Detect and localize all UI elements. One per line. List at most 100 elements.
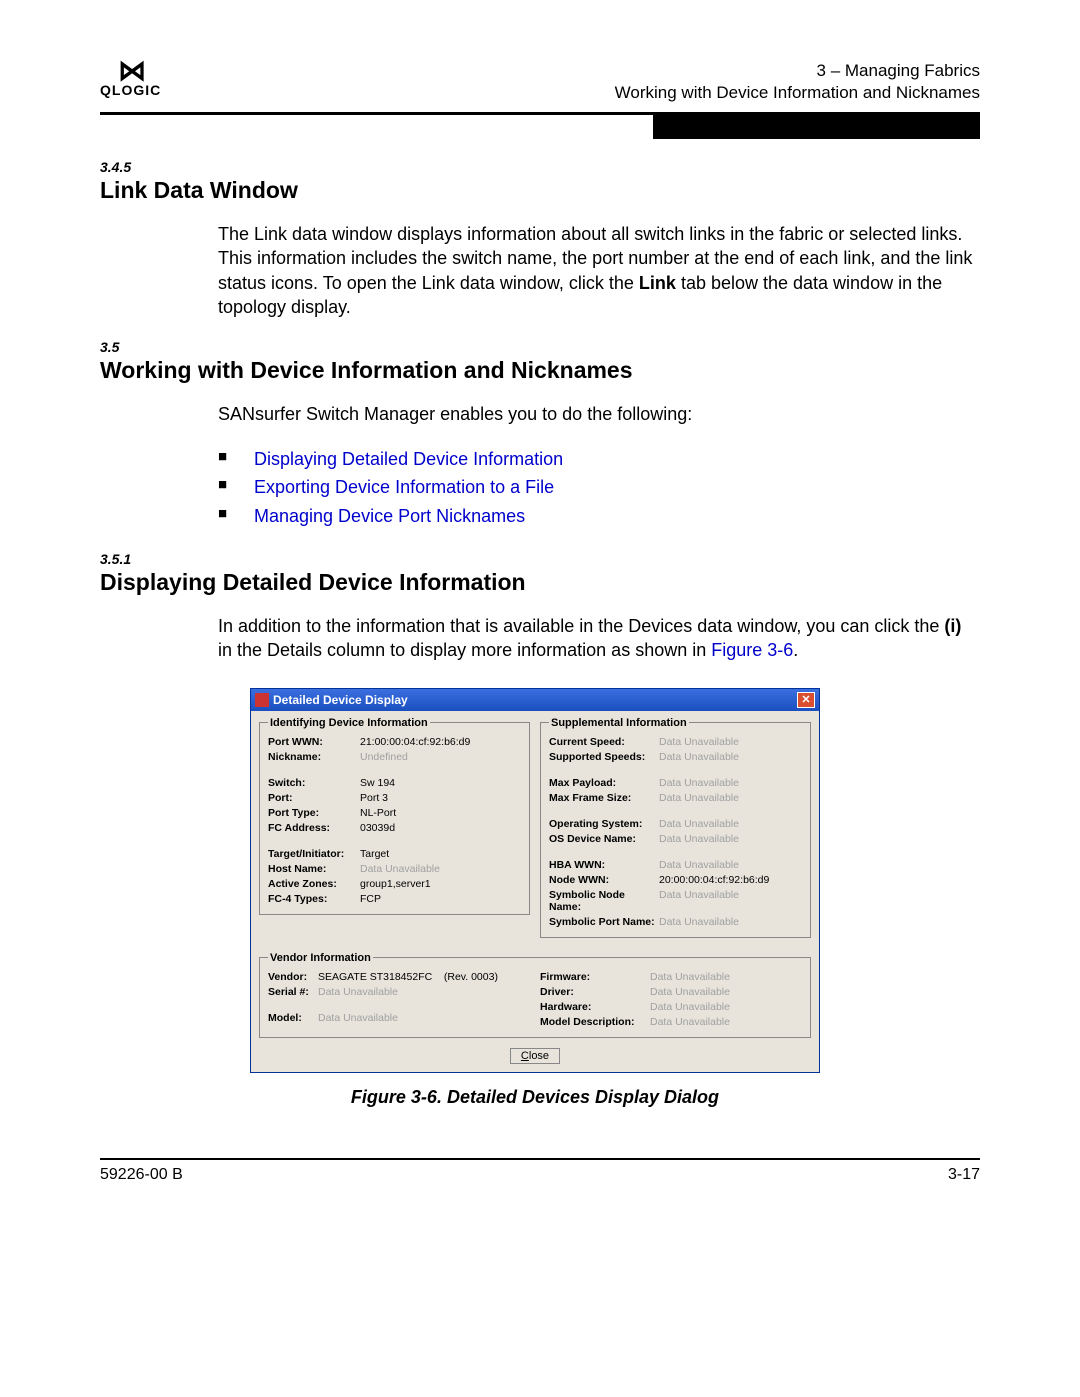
k-vendor: Vendor: bbox=[268, 971, 318, 983]
v-hba: Data Unavailable bbox=[659, 859, 802, 871]
k-serial: Serial #: bbox=[268, 986, 318, 998]
k-spn: Symbolic Port Name: bbox=[549, 916, 659, 928]
v-port: Port 3 bbox=[360, 792, 521, 804]
v-maxp: Data Unavailable bbox=[659, 777, 802, 789]
section-num-351: 3.5.1 bbox=[100, 551, 980, 567]
k-port-type: Port Type: bbox=[268, 807, 360, 819]
dialog-detailed-device: Detailed Device Display ✕ Identifying De… bbox=[250, 688, 820, 1073]
figure-3-6: Detailed Device Display ✕ Identifying De… bbox=[250, 688, 820, 1108]
section-num-345: 3.4.5 bbox=[100, 159, 980, 175]
close-button[interactable]: Close bbox=[510, 1048, 560, 1064]
v-vendor: SEAGATE ST318452FC (Rev. 0003) bbox=[318, 971, 530, 983]
app-icon bbox=[255, 693, 269, 707]
legend-supplemental: Supplemental Information bbox=[549, 717, 689, 729]
section-title-345: Link Data Window bbox=[100, 177, 980, 204]
v-snn: Data Unavailable bbox=[659, 889, 802, 913]
k-port: Port: bbox=[268, 792, 360, 804]
v-serial: Data Unavailable bbox=[318, 986, 530, 998]
k-fw: Firmware: bbox=[540, 971, 650, 983]
v-spn: Data Unavailable bbox=[659, 916, 802, 928]
black-bar bbox=[653, 115, 980, 139]
para-351-b: (i) bbox=[944, 616, 961, 636]
para-351-a: In addition to the information that is a… bbox=[218, 616, 944, 636]
k-drv: Driver: bbox=[540, 986, 650, 998]
link-exporting[interactable]: Exporting Device Information to a File bbox=[254, 477, 554, 497]
para-35-intro: SANsurfer Switch Manager enables you to … bbox=[218, 402, 980, 426]
logo-text: QLOGIC bbox=[100, 82, 161, 98]
dialog-titlebar: Detailed Device Display ✕ bbox=[251, 689, 819, 711]
k-fc4: FC-4 Types: bbox=[268, 893, 360, 905]
v-drv: Data Unavailable bbox=[650, 986, 802, 998]
v-os: Data Unavailable bbox=[659, 818, 802, 830]
para-345: The Link data window displays informatio… bbox=[218, 222, 980, 319]
k-node: Node WWN: bbox=[549, 874, 659, 886]
k-zones: Active Zones: bbox=[268, 878, 360, 890]
legend-vendor: Vendor Information bbox=[268, 952, 373, 964]
fs-identifying: Identifying Device Information Port WWN:… bbox=[259, 717, 530, 915]
v-mdesc: Data Unavailable bbox=[650, 1016, 802, 1028]
bullet-2: Exporting Device Information to a File bbox=[218, 473, 980, 502]
v-model: Data Unavailable bbox=[318, 1012, 530, 1024]
v-port-type: NL-Port bbox=[360, 807, 521, 819]
bottom-rule bbox=[100, 1158, 980, 1160]
k-maxf: Max Frame Size: bbox=[549, 792, 659, 804]
bullet-3: Managing Device Port Nicknames bbox=[218, 502, 980, 531]
v-hw: Data Unavailable bbox=[650, 1001, 802, 1013]
col-identifying: Identifying Device Information Port WWN:… bbox=[259, 717, 530, 944]
link-managing-nicknames[interactable]: Managing Device Port Nicknames bbox=[254, 506, 525, 526]
v-port-wwn: 21:00:00:04:cf:92:b6:d9 bbox=[360, 736, 521, 748]
k-os: Operating System: bbox=[549, 818, 659, 830]
v-switch: Sw 194 bbox=[360, 777, 521, 789]
header-subtitle: Working with Device Information and Nick… bbox=[615, 82, 980, 104]
fs-supplemental: Supplemental Information Current Speed:D… bbox=[540, 717, 811, 938]
k-ti: Target/Initiator: bbox=[268, 848, 360, 860]
k-hw: Hardware: bbox=[540, 1001, 650, 1013]
page: ⋈ QLOGIC 3 – Managing Fabrics Working wi… bbox=[0, 0, 1080, 1397]
k-cspeed: Current Speed: bbox=[549, 736, 659, 748]
close-row: Close bbox=[251, 1044, 819, 1072]
v-fw: Data Unavailable bbox=[650, 971, 802, 983]
v-maxf: Data Unavailable bbox=[659, 792, 802, 804]
header-right: 3 – Managing Fabrics Working with Device… bbox=[615, 60, 980, 104]
footer-right: 3-17 bbox=[948, 1166, 980, 1184]
link-figure-3-6[interactable]: Figure 3-6 bbox=[711, 640, 793, 660]
para-351-d: . bbox=[793, 640, 798, 660]
legend-identifying: Identifying Device Information bbox=[268, 717, 430, 729]
v-sspeed: Data Unavailable bbox=[659, 751, 802, 763]
section-title-35: Working with Device Information and Nick… bbox=[100, 357, 980, 384]
k-sspeed: Supported Speeds: bbox=[549, 751, 659, 763]
v-vendor-name: SEAGATE ST318452FC bbox=[318, 971, 432, 983]
section-title-351: Displaying Detailed Device Information bbox=[100, 569, 980, 596]
logo-icon: ⋈ bbox=[118, 60, 143, 82]
v-cspeed: Data Unavailable bbox=[659, 736, 802, 748]
k-snn: Symbolic Node Name: bbox=[549, 889, 659, 913]
k-nickname: Nickname: bbox=[268, 751, 360, 763]
k-osdev: OS Device Name: bbox=[549, 833, 659, 845]
k-fc-addr: FC Address: bbox=[268, 822, 360, 834]
close-icon[interactable]: ✕ bbox=[797, 692, 815, 708]
v-host: Data Unavailable bbox=[360, 863, 521, 875]
breadcrumb: 3 – Managing Fabrics bbox=[615, 60, 980, 82]
link-displaying-detailed[interactable]: Displaying Detailed Device Information bbox=[254, 449, 563, 469]
col-supplemental: Supplemental Information Current Speed:D… bbox=[540, 717, 811, 944]
v-zones: group1,server1 bbox=[360, 878, 521, 890]
k-host: Host Name: bbox=[268, 863, 360, 875]
v-fc4: FCP bbox=[360, 893, 521, 905]
k-hba: HBA WWN: bbox=[549, 859, 659, 871]
k-model: Model: bbox=[268, 1012, 318, 1024]
para-345-linkword: Link bbox=[639, 273, 676, 293]
footer: 59226-00 B 3-17 bbox=[100, 1166, 980, 1184]
fs-vendor: Vendor Information Vendor:SEAGATE ST3184… bbox=[259, 952, 811, 1038]
v-node: 20:00:00:04:cf:92:b6:d9 bbox=[659, 874, 802, 886]
v-nickname: Undefined bbox=[360, 751, 521, 763]
bullet-1: Displaying Detailed Device Information bbox=[218, 445, 980, 474]
v-fc-addr: 03039d bbox=[360, 822, 521, 834]
figure-caption: Figure 3-6. Detailed Devices Display Dia… bbox=[250, 1087, 820, 1108]
page-header: ⋈ QLOGIC 3 – Managing Fabrics Working wi… bbox=[100, 60, 980, 104]
bullet-list-35: Displaying Detailed Device Information E… bbox=[218, 445, 980, 531]
v-vendor-rev: (Rev. 0003) bbox=[444, 971, 498, 983]
k-maxp: Max Payload: bbox=[549, 777, 659, 789]
footer-left: 59226-00 B bbox=[100, 1166, 183, 1184]
v-ti: Target bbox=[360, 848, 521, 860]
para-351: In addition to the information that is a… bbox=[218, 614, 980, 663]
